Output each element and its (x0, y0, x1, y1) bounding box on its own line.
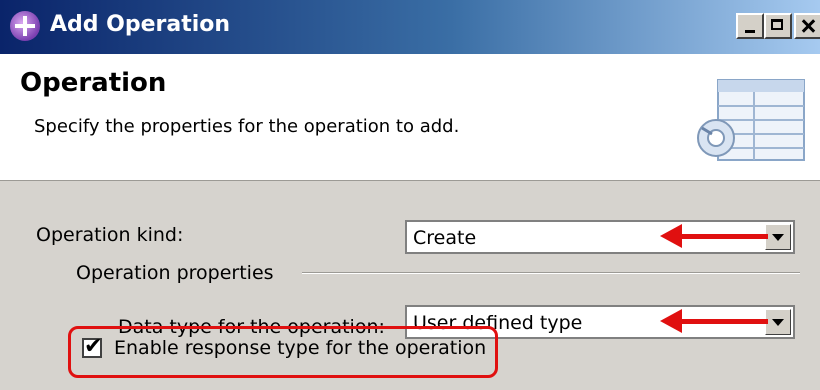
operation-kind-label: Operation kind: (36, 224, 184, 246)
group-divider (302, 272, 800, 274)
add-operation-dialog: Add Operation Operation Specify the prop… (0, 0, 820, 390)
enable-response-checkbox[interactable]: ✔ (82, 334, 103, 359)
window-title: Add Operation (50, 12, 231, 37)
app-icon (10, 11, 40, 41)
enable-response-label[interactable]: Enable response type for the operation (114, 337, 486, 359)
wizard-header: Operation Specify the properties for the… (0, 54, 820, 181)
page-title: Operation (20, 68, 167, 98)
title-bar[interactable]: Add Operation (0, 0, 820, 54)
maximize-button[interactable] (764, 13, 792, 39)
checkmark-icon: ✔ (84, 334, 103, 359)
minimize-button[interactable] (736, 13, 764, 39)
operation-properties-group-label: Operation properties (76, 262, 274, 284)
wizard-banner-icon (697, 79, 805, 161)
close-button[interactable] (794, 13, 820, 39)
red-arrow-annotation (660, 309, 770, 333)
operation-kind-value: Create (413, 227, 477, 249)
red-arrow-annotation (660, 224, 770, 248)
page-description: Specify the properties for the operation… (34, 116, 460, 137)
